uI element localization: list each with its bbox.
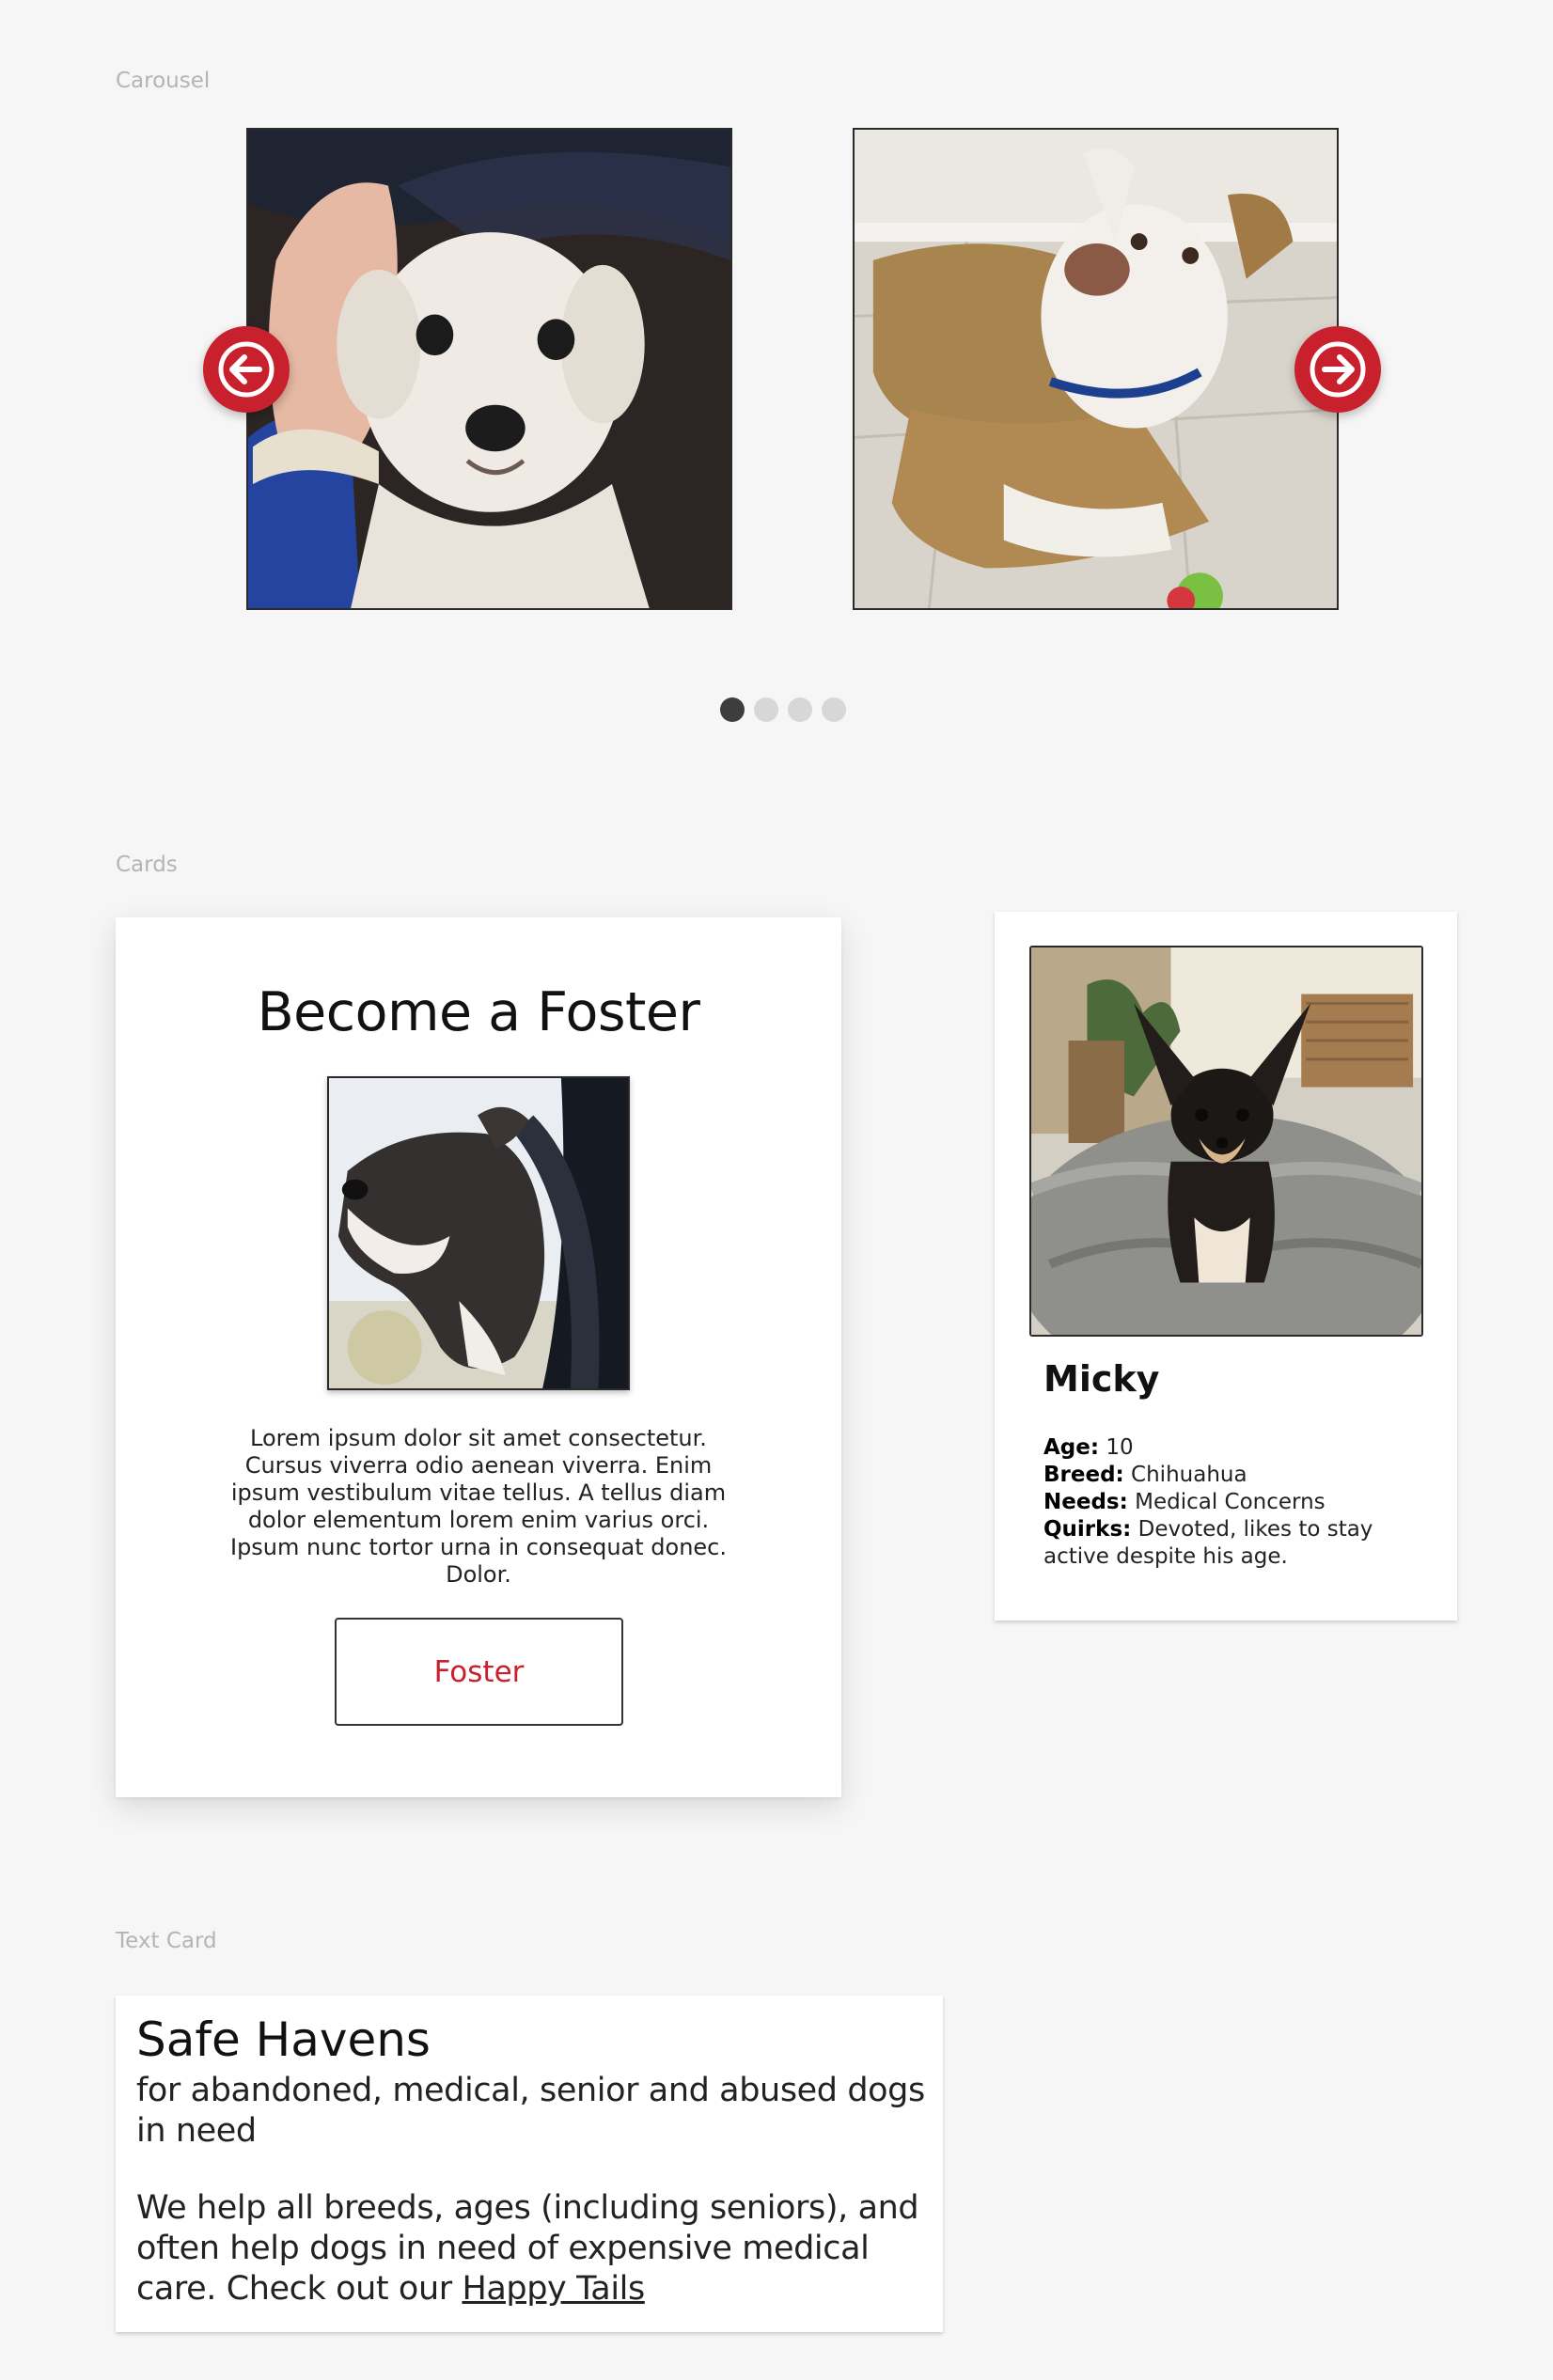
- text-card-subtitle: for abandoned, medical, senior and abuse…: [136, 2072, 925, 2150]
- arrow-right-icon: [1310, 341, 1366, 398]
- carousel-slide-2[interactable]: [853, 128, 1339, 610]
- dog-needs-row: Needs: Medical Concerns: [1043, 1489, 1420, 1516]
- dog-quirks-label: Quirks:: [1043, 1517, 1132, 1542]
- dog-details: Age: 10 Breed: Chihuahua Needs: Medical …: [1043, 1434, 1420, 1571]
- dog-photo-white-terrier: [248, 130, 730, 608]
- text-card: Safe Havens for abandoned, medical, seni…: [116, 1996, 943, 2332]
- dog-photo-pitbull-mix: [855, 130, 1337, 608]
- carousel-section-label: Carousel: [116, 69, 211, 93]
- carousel-dot-1[interactable]: [720, 697, 745, 722]
- foster-card: Become a Foster Lorem ipsum dolor sit am…: [116, 917, 841, 1797]
- arrow-left-icon: [218, 341, 275, 398]
- text-card-title: Safe Havens: [136, 2012, 431, 2067]
- dog-breed-label: Breed:: [1043, 1463, 1124, 1487]
- dog-name: Micky: [1043, 1358, 1160, 1400]
- carousel-dot-2[interactable]: [754, 697, 778, 722]
- carousel-next-button[interactable]: [1294, 326, 1381, 413]
- dog-profile-photo: [1029, 946, 1423, 1337]
- dog-age-value: 10: [1106, 1435, 1134, 1460]
- happy-tails-link[interactable]: Happy Tails: [462, 2270, 645, 2308]
- dog-age-row: Age: 10: [1043, 1434, 1420, 1462]
- carousel-dot-3[interactable]: [788, 697, 812, 722]
- text-card-section-label: Text Card: [116, 1929, 217, 1953]
- dog-needs-label: Needs:: [1043, 1490, 1128, 1514]
- cards-section-label: Cards: [116, 853, 178, 877]
- dog-breed-value: Chihuahua: [1131, 1463, 1247, 1487]
- dog-age-label: Age:: [1043, 1435, 1100, 1460]
- foster-button[interactable]: Foster: [335, 1618, 623, 1726]
- foster-card-title: Become a Foster: [257, 981, 700, 1043]
- dog-profile-card[interactable]: Micky Age: 10 Breed: Chihuahua Needs: Me…: [995, 912, 1457, 1621]
- carousel-prev-button[interactable]: [203, 326, 290, 413]
- foster-card-description: Lorem ipsum dolor sit amet consectetur. …: [229, 1425, 728, 1588]
- text-card-body: We help all breeds, ages (including seni…: [136, 2188, 926, 2310]
- dog-in-car-window-photo: [329, 1078, 628, 1388]
- carousel-dot-4[interactable]: [822, 697, 846, 722]
- dog-breed-row: Breed: Chihuahua: [1043, 1462, 1420, 1489]
- dog-needs-value: Medical Concerns: [1135, 1490, 1326, 1514]
- chihuahua-photo: [1031, 947, 1421, 1335]
- foster-card-photo: [327, 1076, 630, 1390]
- carousel-pagination: [720, 697, 846, 722]
- carousel-slide-1[interactable]: [246, 128, 732, 610]
- dog-quirks-row: Quirks: Devoted, likes to stay active de…: [1043, 1516, 1420, 1571]
